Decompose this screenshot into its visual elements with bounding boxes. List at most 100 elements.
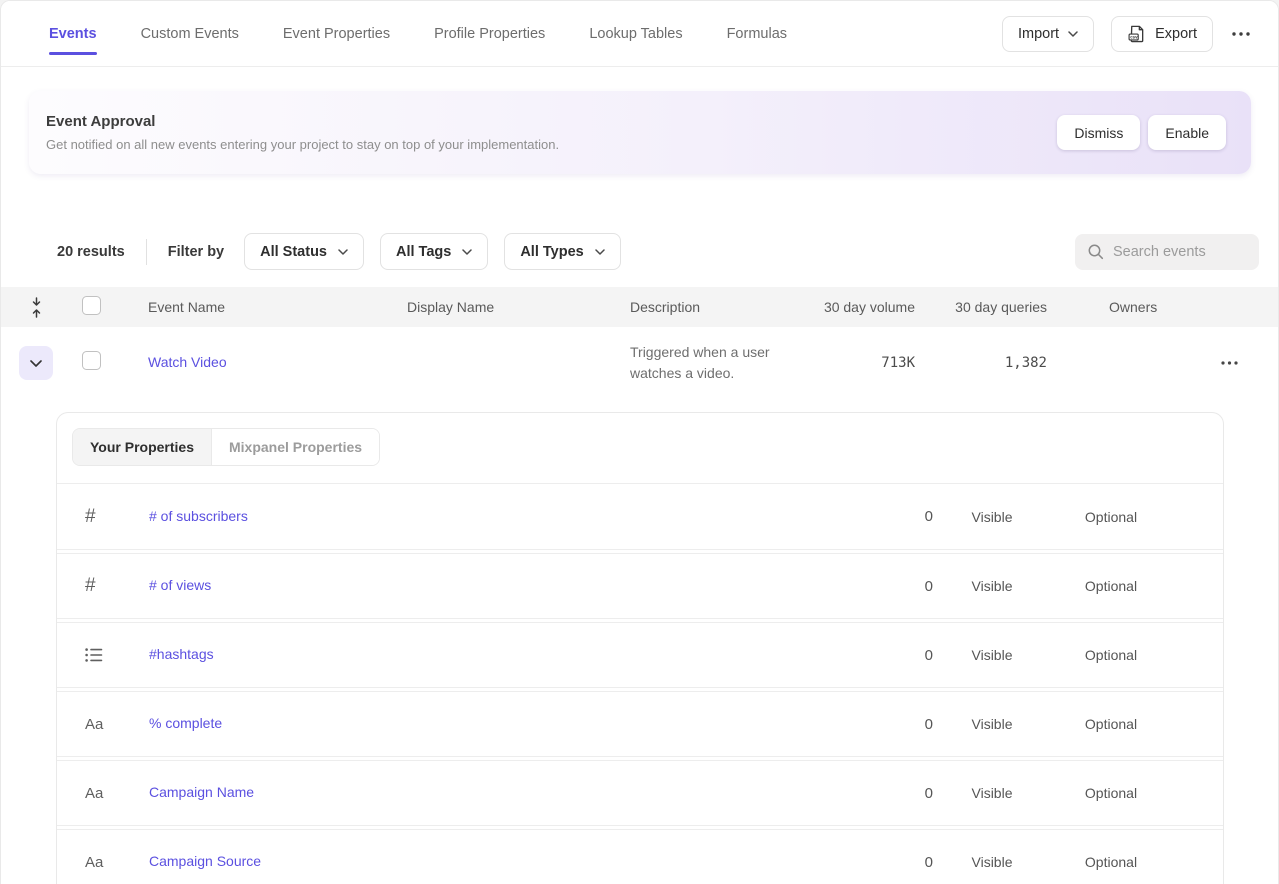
number-icon: # — [85, 575, 96, 597]
properties-tabs-bar: Your Properties Mixpanel Properties — [57, 413, 1223, 484]
tab-events[interactable]: Events — [49, 1, 97, 66]
property-name-link[interactable]: % complete — [149, 715, 222, 731]
property-name-link[interactable]: Campaign Source — [149, 853, 261, 869]
tags-filter-dropdown[interactable]: All Tags — [380, 233, 488, 270]
property-requirement: Optional — [1051, 578, 1171, 594]
tab-mixpanel-properties[interactable]: Mixpanel Properties — [212, 429, 379, 465]
property-requirement: Optional — [1051, 854, 1171, 870]
number-icon: # — [85, 506, 96, 528]
event-description: Triggered when a user watches a video. — [630, 342, 788, 384]
banner-text: Event Approval Get notified on all new e… — [46, 113, 559, 152]
dismiss-button[interactable]: Dismiss — [1057, 115, 1140, 150]
types-filter-dropdown[interactable]: All Types — [504, 233, 620, 270]
divider — [146, 239, 147, 265]
tab-label: Formulas — [727, 26, 787, 42]
banner-title: Event Approval — [46, 113, 559, 130]
collapse-all-icon[interactable] — [1, 297, 71, 318]
tab-label: Profile Properties — [434, 26, 545, 42]
status-filter-dropdown[interactable]: All Status — [244, 233, 364, 270]
tab-custom-events[interactable]: Custom Events — [141, 1, 239, 66]
row-checkbox[interactable] — [82, 351, 101, 370]
property-count: 0 — [863, 854, 933, 871]
property-row: Aa % complete 0 Visible Optional — [57, 691, 1223, 757]
property-visibility: Visible — [933, 509, 1051, 525]
text-icon: Aa — [85, 785, 103, 802]
property-name-link[interactable]: #hashtags — [149, 646, 214, 662]
topbar-actions: Import csv Export — [1002, 1, 1252, 66]
import-label: Import — [1018, 26, 1059, 42]
row-more-menu-icon[interactable] — [1219, 357, 1278, 369]
chevron-down-icon — [338, 249, 348, 255]
tab-profile-properties[interactable]: Profile Properties — [434, 1, 545, 66]
property-row: Aa Campaign Name 0 Visible Optional — [57, 760, 1223, 826]
search-icon — [1087, 243, 1104, 260]
types-filter-value: All Types — [520, 244, 583, 260]
chevron-down-icon — [462, 249, 472, 255]
property-name-link[interactable]: # of views — [149, 577, 211, 593]
svg-text:csv: csv — [1130, 35, 1138, 40]
tab-label: Event Properties — [283, 26, 390, 42]
enable-button[interactable]: Enable — [1148, 115, 1226, 150]
top-navigation: Events Custom Events Event Properties Pr… — [1, 1, 1278, 67]
results-count: 20 results — [57, 244, 125, 260]
column-header-30-day-volume: 30 day volume — [801, 299, 921, 315]
search-box — [1075, 234, 1259, 270]
chevron-down-icon — [1068, 31, 1078, 37]
property-row: #hashtags 0 Visible Optional — [57, 622, 1223, 688]
property-visibility: Visible — [933, 854, 1051, 870]
property-requirement: Optional — [1051, 647, 1171, 663]
event-approval-banner: Event Approval Get notified on all new e… — [29, 91, 1251, 174]
property-requirement: Optional — [1051, 785, 1171, 801]
property-row: # # of views 0 Visible Optional — [57, 553, 1223, 619]
property-rows: # # of subscribers 0 Visible Optional # … — [57, 484, 1223, 884]
csv-file-icon: csv — [1127, 24, 1146, 43]
property-row: # # of subscribers 0 Visible Optional — [57, 484, 1223, 550]
property-visibility: Visible — [933, 716, 1051, 732]
property-visibility: Visible — [933, 647, 1051, 663]
column-header-30-day-queries: 30 day queries — [921, 299, 1061, 315]
text-icon: Aa — [85, 854, 103, 871]
tab-your-properties[interactable]: Your Properties — [73, 429, 212, 465]
event-name-link[interactable]: Watch Video — [148, 354, 227, 370]
active-tab-underline — [49, 52, 97, 55]
select-all-checkbox[interactable] — [82, 296, 101, 315]
tab-event-properties[interactable]: Event Properties — [283, 1, 390, 66]
collapse-row-button[interactable] — [19, 346, 53, 380]
filter-by-label: Filter by — [168, 244, 224, 260]
column-header-display-name: Display Name — [391, 299, 613, 315]
property-count: 0 — [863, 578, 933, 595]
property-row: Aa Campaign Source 0 Visible Optional — [57, 829, 1223, 884]
tab-label: Lookup Tables — [589, 26, 682, 42]
event-30-day-queries: 1,382 — [921, 355, 1061, 371]
events-table: Event Name Display Name Description 30 d… — [1, 287, 1278, 399]
chevron-down-icon — [30, 360, 42, 367]
property-count: 0 — [863, 647, 933, 664]
search-input[interactable] — [1113, 244, 1247, 260]
text-icon: Aa — [85, 716, 103, 733]
event-row: Watch Video Triggered when a user watche… — [1, 327, 1278, 399]
properties-segmented-control: Your Properties Mixpanel Properties — [72, 428, 380, 466]
property-name-link[interactable]: # of subscribers — [149, 508, 248, 524]
tab-lookup-tables[interactable]: Lookup Tables — [589, 1, 682, 66]
tab-formulas[interactable]: Formulas — [727, 1, 787, 66]
column-header-owners: Owners — [1061, 299, 1181, 315]
import-button[interactable]: Import — [1002, 16, 1094, 52]
tab-label: Events — [49, 26, 97, 42]
more-menu-icon[interactable] — [1230, 28, 1252, 40]
property-count: 0 — [863, 785, 933, 802]
banner-description: Get notified on all new events entering … — [46, 137, 559, 152]
tab-label: Custom Events — [141, 26, 239, 42]
properties-panel: Your Properties Mixpanel Properties # # … — [56, 412, 1224, 884]
tags-filter-value: All Tags — [396, 244, 451, 260]
status-filter-value: All Status — [260, 244, 327, 260]
property-visibility: Visible — [933, 578, 1051, 594]
property-count: 0 — [863, 716, 933, 733]
property-requirement: Optional — [1051, 716, 1171, 732]
property-name-link[interactable]: Campaign Name — [149, 784, 254, 800]
table-header: Event Name Display Name Description 30 d… — [1, 287, 1278, 327]
list-icon — [85, 647, 103, 663]
export-button[interactable]: csv Export — [1111, 16, 1213, 52]
lexicon-events-page: Events Custom Events Event Properties Pr… — [0, 0, 1279, 884]
event-30-day-volume: 713K — [801, 355, 921, 371]
column-header-event-name: Event Name — [131, 299, 391, 315]
